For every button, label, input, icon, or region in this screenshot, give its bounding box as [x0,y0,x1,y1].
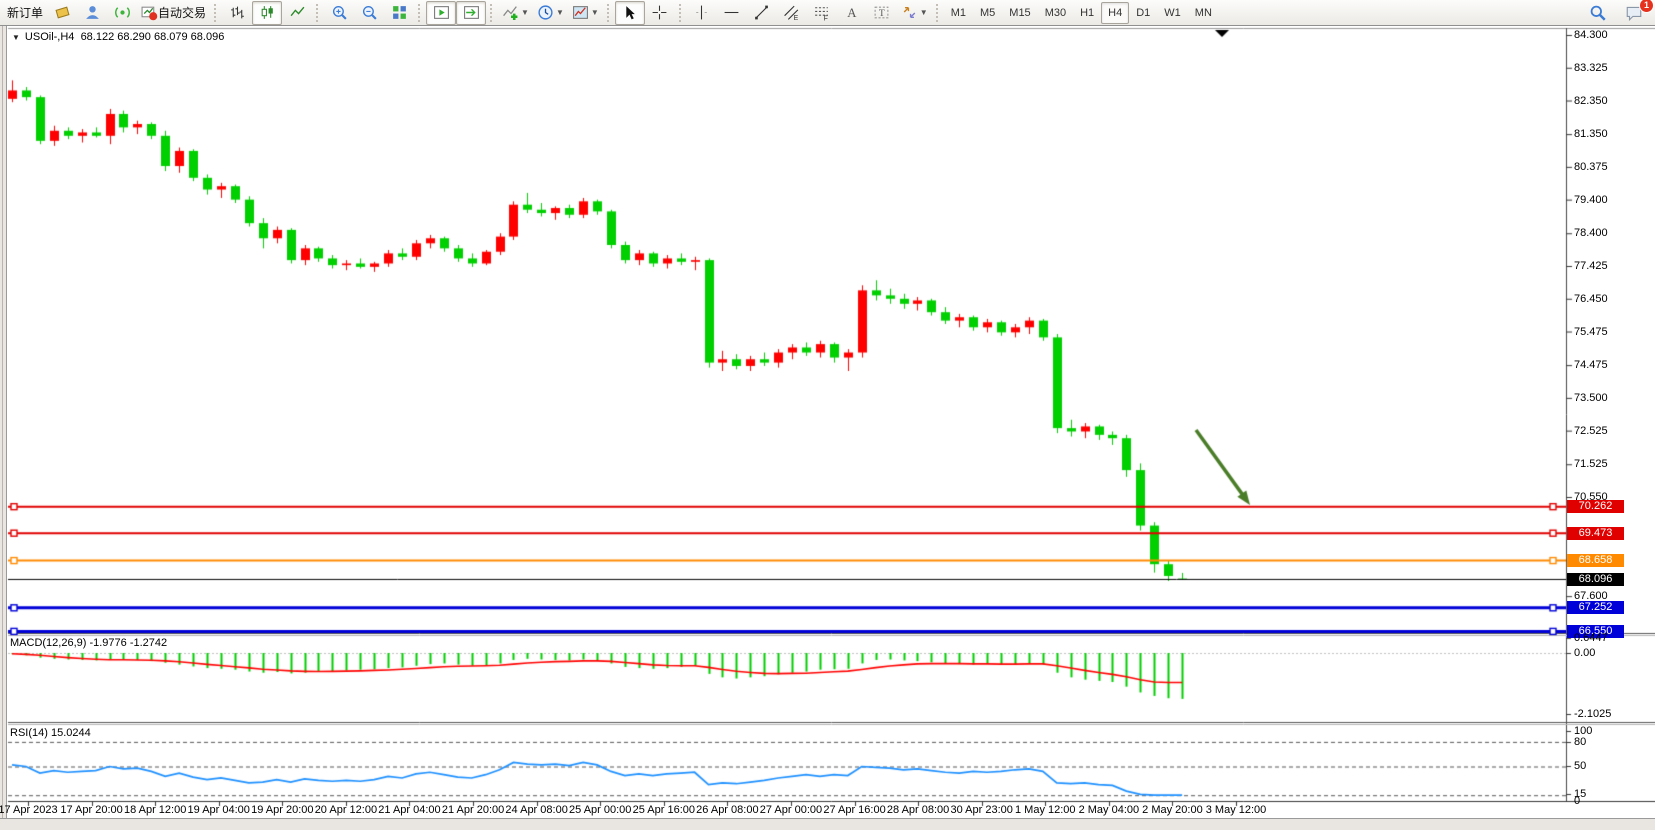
svg-text:E: E [794,15,799,21]
toolbar-separator [679,4,683,22]
notification-badge: 1 [1639,0,1654,13]
main-toolbar: 新订单 自动交易 ▼ ▼ [0,0,1655,26]
signal-icon [114,4,131,21]
auto-scroll-button[interactable] [426,1,456,25]
fibonacci-button[interactable]: F [807,1,837,25]
timeframe-button-m15[interactable]: M15 [1002,2,1037,24]
clock-icon [537,4,554,21]
dropdown-caret-icon: ▼ [591,8,599,17]
add-indicator-icon [502,4,519,21]
profile-icon [84,4,101,21]
crosshair-icon [651,4,668,21]
profiles-button[interactable] [77,1,107,25]
tile-windows-icon [391,4,408,21]
vertical-line-icon [693,4,710,21]
text-button[interactable]: A [837,1,867,25]
zoom-out-icon [361,4,378,21]
arrows-icon [901,4,918,21]
arrows-button[interactable]: ▼ [897,1,932,25]
toolbar-separator [418,4,422,22]
chart-shift-button[interactable] [456,1,486,25]
horizontal-line-icon [723,4,740,21]
autotrading-label: 自动交易 [158,4,206,21]
timeframe-button-m5[interactable]: M5 [973,2,1002,24]
cursor-icon [621,4,638,21]
add-indicator-button[interactable]: ▼ [498,1,533,25]
dropdown-caret-icon: ▼ [521,8,529,17]
dropdown-caret-icon: ▼ [556,8,564,17]
autotrading-icon [141,4,158,21]
toolbar-separator [316,4,320,22]
vertical-line-button[interactable] [687,1,717,25]
zoom-in-button[interactable] [324,1,354,25]
search-button[interactable] [1583,1,1613,25]
trendline-icon [753,4,770,21]
chart-shift-icon [463,4,480,21]
toolbar-separator [214,4,218,22]
templates-button[interactable]: ▼ [568,1,603,25]
toolbar-separator [936,4,940,22]
chart-canvas[interactable] [0,26,1655,818]
text-label-button[interactable]: T [867,1,897,25]
dropdown-caret-icon: ▼ [920,8,928,17]
equidistant-channel-button[interactable]: E [777,1,807,25]
timeframe-button-mn[interactable]: MN [1188,2,1219,24]
timeframe-button-m30[interactable]: M30 [1038,2,1073,24]
search-icon [1589,4,1607,22]
timeframe-button-w1[interactable]: W1 [1157,2,1188,24]
timeframe-button-h4[interactable]: H4 [1101,2,1129,24]
crosshair-button[interactable] [645,1,675,25]
cursor-button[interactable] [615,1,645,25]
timeframe-button-m1[interactable]: M1 [944,2,973,24]
line-chart-button[interactable] [282,1,312,25]
new-chart-icon [54,4,71,21]
window-bottom-edge [0,818,1655,830]
timeframe-button-d1[interactable]: D1 [1129,2,1157,24]
tile-windows-button[interactable] [384,1,414,25]
line-chart-icon [289,4,306,21]
periods-button[interactable]: ▼ [533,1,568,25]
notifications-button[interactable]: 1 [1619,1,1649,25]
new-order-label: 新订单 [7,4,43,21]
auto-scroll-icon [433,4,450,21]
text-icon: A [843,4,860,21]
alerts-button[interactable] [107,1,137,25]
timeframe-group: M1M5M15M30H1H4D1W1MN [944,2,1219,24]
toolbar-separator [490,4,494,22]
trendline-button[interactable] [747,1,777,25]
new-chart-button[interactable] [47,1,77,25]
horizontal-line-button[interactable] [717,1,747,25]
new-order-button[interactable]: 新订单 [3,1,47,25]
zoom-in-icon [331,4,348,21]
channel-icon: E [783,4,800,21]
timeframe-button-h1[interactable]: H1 [1073,2,1101,24]
bar-chart-icon [229,4,246,21]
template-icon [572,4,589,21]
svg-text:A: A [848,6,858,20]
candlestick-chart-button[interactable] [252,1,282,25]
text-label-icon: T [873,4,890,21]
zoom-out-button[interactable] [354,1,384,25]
candlestick-icon [259,4,276,21]
svg-text:T: T [879,8,885,19]
autotrading-button[interactable]: 自动交易 [137,1,210,25]
svg-text:F: F [824,15,828,21]
bar-chart-button[interactable] [222,1,252,25]
toolbar-separator [607,4,611,22]
fibonacci-icon: F [813,4,830,21]
